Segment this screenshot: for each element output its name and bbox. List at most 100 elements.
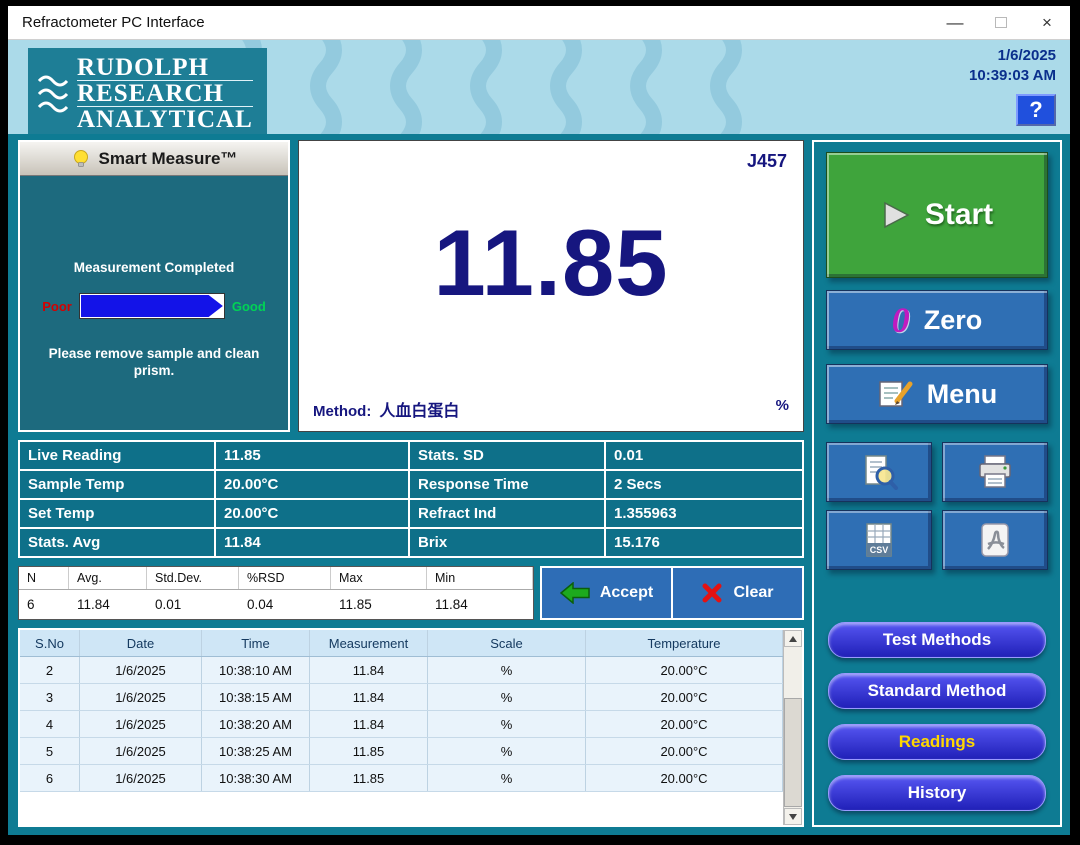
readings-cell: 10:38:20 AM (202, 711, 310, 737)
smart-measure-header[interactable]: Smart Measure™ (20, 142, 288, 176)
summary-value-cell: 0.01 (155, 597, 182, 612)
clear-label: Clear (733, 584, 774, 601)
readings-row[interactable]: 2 1/6/2025 10:38:10 AM 11.84% 20.00°C (20, 657, 783, 684)
stat-value: 1.355963 (606, 500, 802, 527)
minimize-button[interactable]: — (932, 6, 978, 39)
stat-label: Response Time (410, 471, 604, 498)
summary-row: N Avg. Std.Dev. %RSD Max Min 6 11.84 0.01 0.04 11… (18, 566, 804, 620)
actions-strip: Accept Clear (540, 566, 804, 620)
readings-row[interactable]: 6 1/6/2025 10:38:30 AM 11.85% 20.00°C (20, 765, 783, 792)
readings-table: S.No Date Time Measurement Scale Temperature … (20, 630, 783, 825)
readings-cell: 3 (20, 684, 80, 710)
readings-cell: 11.84 (310, 657, 428, 683)
summary-header-cell: %RSD (239, 567, 331, 589)
readings-body: 2 1/6/2025 10:38:10 AM 11.84% 20.00°C 3 1/6/20… (20, 657, 783, 792)
utility-button-grid: CSV (826, 442, 1048, 570)
readings-row[interactable]: 4 1/6/2025 10:38:20 AM 11.84% 20.00°C (20, 711, 783, 738)
help-button[interactable]: ? (1016, 94, 1056, 126)
readings-cell: 11.84 (310, 684, 428, 710)
document-magnifier-icon (865, 455, 898, 490)
preview-button[interactable] (826, 442, 932, 502)
nav-button-readings[interactable]: Readings (828, 724, 1046, 760)
smart-measure-panel: Smart Measure™ Measurement Completed Poo… (18, 140, 290, 432)
readings-cell: % (428, 711, 586, 737)
summary-header-row: N Avg. Std.Dev. %RSD Max Min (19, 567, 533, 590)
logo-line-2: RESEARCH (77, 81, 253, 107)
readings-cell: 5 (20, 738, 80, 764)
readings-scrollbar[interactable] (783, 630, 802, 825)
readings-cell: 1/6/2025 (80, 657, 202, 683)
start-label: Start (924, 198, 994, 231)
stat-label: Refract Ind (410, 500, 604, 527)
readings-header-cell: Temperature (586, 630, 783, 656)
readings-cell: 1/6/2025 (80, 765, 202, 791)
pdf-file-icon (981, 523, 1009, 557)
quality-meter: Poor Good (20, 293, 288, 319)
quality-bar-fill (80, 295, 223, 317)
menu-button[interactable]: Menu (826, 364, 1048, 424)
accept-button[interactable]: Accept (542, 568, 673, 618)
good-label: Good (231, 298, 266, 314)
csv-file-icon: CSV (866, 523, 892, 557)
method-value: 人血白蛋白 (379, 403, 460, 420)
logo-wave-icon (38, 75, 68, 112)
top-row: Smart Measure™ Measurement Completed Poo… (18, 140, 804, 432)
scroll-thumb[interactable] (784, 697, 802, 807)
readings-cell: 11.84 (310, 711, 428, 737)
scroll-down-button[interactable] (784, 808, 802, 825)
readings-cell: 20.00°C (586, 711, 783, 737)
readings-row[interactable]: 5 1/6/2025 10:38:25 AM 11.85% 20.00°C (20, 738, 783, 765)
summary-value-cell: 11.85 (339, 597, 372, 612)
readings-cell: 1/6/2025 (80, 684, 202, 710)
readings-header-cell: Time (202, 630, 310, 656)
readings-cell: % (428, 684, 586, 710)
clear-button[interactable]: Clear (673, 568, 802, 618)
notepad-pencil-icon (879, 381, 913, 407)
summary-value-cell: 0.04 (247, 597, 274, 612)
scroll-track[interactable] (784, 647, 802, 808)
logo-text: RUDOLPH RESEARCH ANALYTICAL (77, 55, 253, 132)
stat-label: Live Reading (20, 442, 214, 469)
zero-button[interactable]: 0 Zero (826, 290, 1048, 350)
sidebar-nav: Test Methods Standard Method Readings Histo… (826, 622, 1048, 815)
datetime-display: 1/6/2025 10:39:03 AM (969, 46, 1056, 86)
zero-glyph-icon: 0 (891, 300, 910, 340)
readings-header-row: S.No Date Time Measurement Scale Temperature (20, 630, 783, 657)
csv-export-button[interactable]: CSV (826, 510, 932, 570)
lightbulb-icon (73, 149, 88, 167)
pdf-export-button[interactable] (942, 510, 1048, 570)
measurement-display: J457 11.85 Method: 人血白蛋白 % (298, 140, 804, 432)
summary-header-cell: Std.Dev. (147, 567, 239, 589)
date-label: 1/6/2025 (997, 47, 1056, 64)
logo-line-1: RUDOLPH (77, 55, 253, 81)
scroll-up-button[interactable] (784, 630, 802, 647)
start-button[interactable]: Start (826, 152, 1048, 278)
sidebar: Start 0 Zero Menu CSV Test Methods Stand… (812, 140, 1062, 827)
method-group: Method: 人血白蛋白 (313, 397, 459, 421)
maximize-button[interactable] (978, 6, 1024, 39)
close-button[interactable]: × (1024, 6, 1070, 39)
nav-button-standard-method[interactable]: Standard Method (828, 673, 1046, 709)
main-area: Smart Measure™ Measurement Completed Poo… (8, 134, 1070, 835)
method-row: Method: 人血白蛋白 % (313, 397, 789, 421)
readings-header-cell: Date (80, 630, 202, 656)
logo-line-3: ANALYTICAL (77, 106, 253, 133)
readings-row[interactable]: 3 1/6/2025 10:38:15 AM 11.84% 20.00°C (20, 684, 783, 711)
measurement-status: Measurement Completed (73, 260, 235, 275)
stat-value: 15.176 (606, 529, 802, 556)
stat-label: Sample Temp (20, 471, 214, 498)
play-triangle-icon (884, 201, 910, 229)
readings-cell: 20.00°C (586, 738, 783, 764)
nav-button-test-methods[interactable]: Test Methods (828, 622, 1046, 658)
title-bar: Refractometer PC Interface — × (8, 6, 1070, 40)
stat-value: 11.85 (216, 442, 408, 469)
readings-cell: 10:38:30 AM (202, 765, 310, 791)
readings-cell: 10:38:10 AM (202, 657, 310, 683)
readings-cell: 4 (20, 711, 80, 737)
summary-header-cell: Avg. (69, 567, 147, 589)
poor-label: Poor (42, 298, 72, 314)
nav-button-history[interactable]: History (828, 775, 1046, 811)
readings-cell: 1/6/2025 (80, 738, 202, 764)
readings-cell: % (428, 738, 586, 764)
print-button[interactable] (942, 442, 1048, 502)
